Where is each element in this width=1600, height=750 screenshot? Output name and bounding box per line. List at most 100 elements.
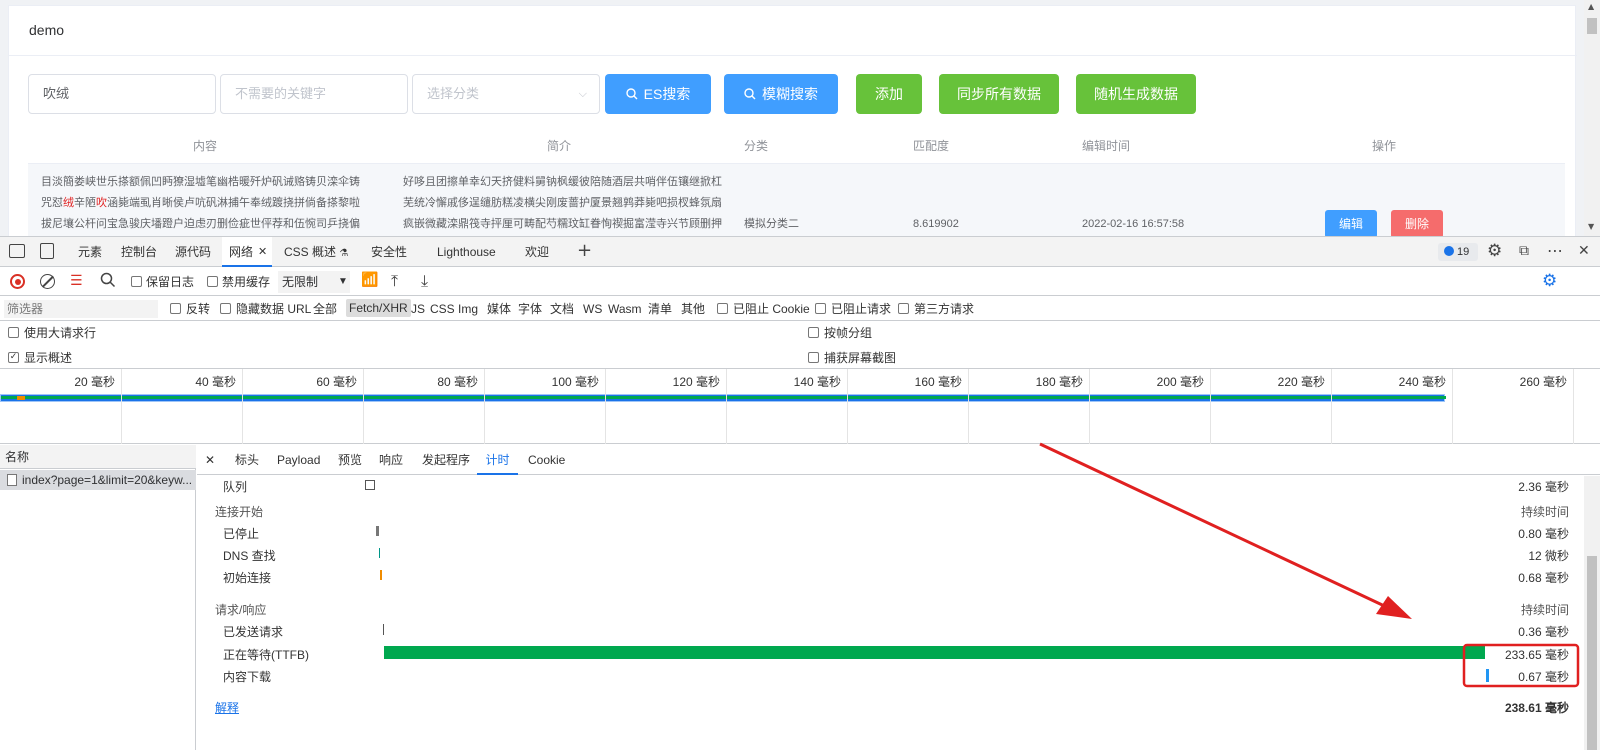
filter-type-fetch-xhr[interactable]: Fetch/XHR bbox=[346, 299, 411, 317]
scroll-down-icon[interactable]: ▼ bbox=[1588, 222, 1594, 231]
export-icon[interactable]: ⤓ bbox=[421, 271, 428, 291]
search-icon[interactable] bbox=[100, 272, 117, 289]
filter-type-js[interactable]: JS bbox=[411, 301, 425, 317]
filter-type-all[interactable]: 全部 bbox=[313, 301, 337, 317]
category-select[interactable]: 选择分类 ⌵ bbox=[412, 74, 600, 114]
import-icon[interactable]: ⤒ bbox=[391, 271, 398, 291]
overview-gridline bbox=[121, 369, 122, 444]
capture-screenshots-checkbox[interactable] bbox=[808, 352, 819, 363]
timing-content: 队列 2.36 毫秒 连接开始 持续时间 已停止 0.80 毫秒 DNS 查找 … bbox=[197, 476, 1584, 750]
overview-tick-label: 260 毫秒 bbox=[1519, 375, 1567, 389]
category-select-placeholder: 选择分类 bbox=[427, 86, 480, 101]
page-scrollbar[interactable]: ▲ ▼ bbox=[1584, 0, 1600, 236]
inspect-element-icon[interactable] bbox=[9, 244, 25, 258]
show-overview-checkbox[interactable]: ✓ bbox=[8, 352, 19, 363]
add-tab-icon[interactable]: + bbox=[577, 240, 592, 261]
detail-tab-cookie[interactable]: Cookie bbox=[528, 445, 565, 475]
invert-checkbox[interactable] bbox=[170, 303, 181, 314]
network-settings-icon[interactable]: ⚙ bbox=[1542, 271, 1557, 291]
filter-type-manifest[interactable]: 清单 bbox=[648, 301, 672, 317]
clear-icon[interactable] bbox=[40, 274, 55, 289]
preserve-log-checkbox[interactable] bbox=[131, 276, 142, 287]
close-detail-icon[interactable]: ✕ bbox=[205, 453, 215, 467]
edit-button[interactable]: 编辑 bbox=[1325, 210, 1377, 236]
third-party-checkbox[interactable] bbox=[898, 303, 909, 314]
record-icon[interactable] bbox=[10, 274, 25, 289]
tab-console[interactable]: 控制台 bbox=[121, 237, 157, 267]
filter-icon[interactable]: ☰ bbox=[70, 273, 83, 289]
large-rows-checkbox[interactable] bbox=[8, 327, 19, 338]
content-download-label: 内容下载 bbox=[223, 670, 272, 684]
filter-type-img[interactable]: Img bbox=[458, 301, 478, 317]
detail-tab-initiator[interactable]: 发起程序 bbox=[422, 445, 470, 475]
delete-button[interactable]: 删除 bbox=[1391, 210, 1443, 236]
disable-cache-checkbox[interactable] bbox=[207, 276, 218, 287]
tab-welcome[interactable]: 欢迎 bbox=[525, 237, 549, 267]
explanation-link[interactable]: 解释 bbox=[215, 699, 239, 716]
tab-lighthouse[interactable]: Lighthouse bbox=[437, 237, 496, 267]
filter-type-css[interactable]: CSS bbox=[430, 301, 455, 317]
group-by-frame-checkbox[interactable] bbox=[808, 327, 819, 338]
search-input[interactable]: 吹绒 bbox=[28, 74, 216, 114]
detail-tab-timing[interactable]: 计时 bbox=[477, 445, 518, 475]
filter-type-other[interactable]: 其他 bbox=[681, 301, 705, 317]
customize-icon[interactable]: ⧉ bbox=[1519, 243, 1529, 259]
detail-tabbar: ✕ 标头 Payload 预览 响应 发起程序 计时 Cookie bbox=[197, 445, 1600, 475]
request-row[interactable]: index?page=1&limit=20&keyw... bbox=[0, 470, 196, 490]
detail-tab-headers[interactable]: 标头 bbox=[235, 445, 259, 475]
throttle-select[interactable]: 无限制 ▼ bbox=[278, 271, 350, 293]
hide-data-url-checkbox[interactable] bbox=[220, 303, 231, 314]
overview-tick-label: 40 毫秒 bbox=[195, 375, 236, 389]
overview-tick-label: 200 毫秒 bbox=[1156, 375, 1204, 389]
close-icon[interactable]: ✕ bbox=[258, 245, 267, 258]
flask-icon: ⚗ bbox=[339, 248, 349, 259]
scroll-up-icon[interactable]: ▲ bbox=[1588, 2, 1594, 11]
tab-security[interactable]: 安全性 bbox=[371, 237, 407, 267]
es-search-button[interactable]: ES搜索 bbox=[605, 74, 711, 114]
request-list: 名称 index?page=1&limit=20&keyw... bbox=[0, 445, 196, 750]
random-generate-button[interactable]: 随机生成数据 bbox=[1076, 74, 1196, 114]
more-icon[interactable]: ⋯ bbox=[1547, 241, 1563, 260]
filter-type-doc[interactable]: 文档 bbox=[550, 301, 574, 317]
device-toolbar-icon[interactable] bbox=[40, 243, 54, 259]
dns-value: 12 微秒 bbox=[1528, 549, 1569, 563]
overview-tick-label: 160 毫秒 bbox=[914, 375, 962, 389]
scrollbar-thumb[interactable] bbox=[1587, 556, 1597, 750]
name-column-header[interactable]: 名称 bbox=[0, 445, 196, 469]
scrollbar-thumb[interactable] bbox=[1587, 18, 1597, 34]
detail-tab-payload[interactable]: Payload bbox=[277, 445, 320, 475]
timeline-overview[interactable]: 20 毫秒 40 毫秒 60 毫秒 80 毫秒 100 毫秒 120 毫秒 140 毫秒 16… bbox=[0, 369, 1600, 444]
content-download-bar bbox=[1486, 669, 1489, 682]
network-conditions-icon[interactable]: 📶 bbox=[361, 272, 378, 288]
tab-elements[interactable]: 元素 bbox=[78, 237, 102, 267]
filter-type-wasm[interactable]: Wasm bbox=[608, 301, 642, 317]
sync-all-button[interactable]: 同步所有数据 bbox=[939, 74, 1059, 114]
options-area: 使用大请求行 按帧分组 ✓ 显示概述 捕获屏幕截图 bbox=[0, 321, 1600, 369]
issues-badge[interactable]: 19 bbox=[1438, 243, 1478, 261]
overview-gridline bbox=[847, 369, 848, 444]
detail-tab-response[interactable]: 响应 bbox=[379, 445, 403, 475]
fuzzy-search-button[interactable]: 模糊搜索 bbox=[724, 74, 838, 114]
filter-type-media[interactable]: 媒体 bbox=[487, 301, 511, 317]
add-button[interactable]: 添加 bbox=[856, 74, 922, 114]
filter-type-ws[interactable]: WS bbox=[583, 301, 602, 317]
blocked-cookies-checkbox[interactable] bbox=[717, 303, 728, 314]
close-devtools-icon[interactable]: ✕ bbox=[1578, 243, 1590, 259]
filter-input[interactable]: 筛选器 bbox=[4, 300, 158, 318]
preserve-log-label: 保留日志 bbox=[146, 275, 195, 289]
overview-tick-label: 80 毫秒 bbox=[437, 375, 478, 389]
tab-network-active[interactable]: 网络 ✕ bbox=[222, 237, 272, 267]
detail-scrollbar[interactable] bbox=[1584, 476, 1600, 750]
blocked-requests-checkbox[interactable] bbox=[815, 303, 826, 314]
detail-tab-preview[interactable]: 预览 bbox=[338, 445, 362, 475]
filter-type-font[interactable]: 字体 bbox=[518, 301, 542, 317]
exclude-keyword-input[interactable]: 不需要的关键字 bbox=[220, 74, 408, 114]
overview-gridline bbox=[726, 369, 727, 444]
duration-header: 持续时间 bbox=[1520, 505, 1569, 519]
gear-icon[interactable]: ⚙ bbox=[1487, 241, 1502, 261]
overview-gridline bbox=[242, 369, 243, 444]
overview-gridline bbox=[484, 369, 485, 444]
tab-sources[interactable]: 源代码 bbox=[175, 237, 211, 267]
overview-tick-label: 220 毫秒 bbox=[1277, 375, 1325, 389]
tab-css-overview[interactable]: CSS 概述 ⚗ bbox=[284, 237, 348, 267]
